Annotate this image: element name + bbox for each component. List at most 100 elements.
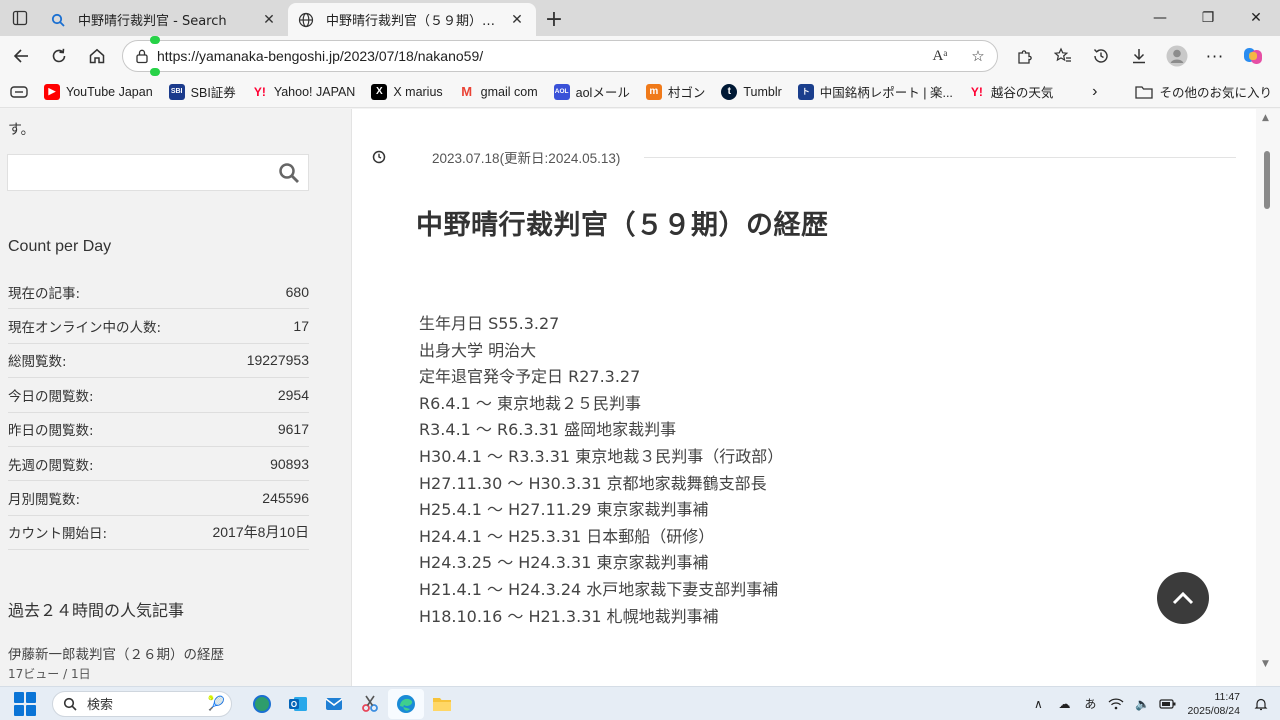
address-bar[interactable]: https://yamanaka-bengoshi.jp/2023/07/18/… (122, 40, 998, 72)
bookmark-murgon[interactable]: m 村ゴン (638, 79, 714, 105)
count-value: 680 (285, 283, 309, 300)
count-label: カウント開始日: (8, 526, 108, 543)
taskbar-widget-app[interactable] (244, 689, 280, 719)
scroll-down-arrow-icon[interactable]: ▼ (1262, 659, 1269, 669)
career-item: H25.4.1 ～ H27.11.29 東京家裁判事補 (419, 500, 709, 520)
count-row: 現在オンライン中の人数: 17 (8, 309, 309, 344)
extensions-button[interactable] (1006, 40, 1044, 72)
profile-button[interactable] (1158, 40, 1196, 72)
sbi-icon: SBI (168, 83, 185, 100)
read-aloud-icon[interactable]: Aᵃ (921, 48, 959, 65)
bookmark-china-report[interactable]: ト 中国銘柄レポート | 楽... (790, 79, 961, 105)
career-item: H18.10.16 ～ H21.3.31 札幌地裁判事補 (419, 606, 719, 626)
volume-icon[interactable]: 🔈 (1129, 697, 1155, 711)
favorite-star-icon[interactable]: ☆ (959, 47, 997, 65)
post-title: 中野晴行裁判官（５９期）の経歴 (416, 210, 829, 241)
start-button[interactable] (14, 691, 38, 716)
wifi-icon[interactable] (1103, 697, 1129, 710)
popular-posts-heading: 過去２４時間の人気記事 (8, 603, 185, 620)
back-button[interactable] (2, 40, 40, 72)
site-info-icon[interactable] (127, 48, 157, 64)
taskbar-snipping-app[interactable] (352, 689, 388, 719)
cursor-marker-bottom (150, 68, 160, 76)
page-scrollbar[interactable]: ▲ ▼ (1256, 109, 1280, 686)
history-button[interactable] (1082, 40, 1120, 72)
bookmark-yahoo[interactable]: Y! Yahoo! JAPAN (244, 79, 364, 105)
bookmark-sbi[interactable]: SBI SBI証券 (161, 79, 244, 105)
career-item: 出身大学 明治大 (419, 340, 537, 360)
post-date: 2023.07.18(更新日:2024.05.13) (432, 151, 621, 166)
taskbar-search[interactable]: 検索 🎾 (52, 690, 232, 717)
tab-actions-button[interactable] (0, 0, 40, 36)
bookmark-x[interactable]: X X marius (363, 79, 450, 105)
tab-actions-icon (12, 10, 28, 26)
close-tab-icon[interactable]: ✕ (508, 11, 526, 29)
close-window-button[interactable]: ✕ (1232, 0, 1280, 36)
popular-post-link[interactable]: 伊藤新一郎裁判官（２６期）の経歴 (8, 643, 224, 663)
reload-icon (52, 48, 66, 63)
yahoo-weather-icon: Y! (970, 84, 983, 99)
search-icon[interactable] (278, 162, 300, 184)
bookmark-aol[interactable]: AOL aolメール (546, 79, 638, 105)
collections-button[interactable] (0, 79, 36, 105)
notification-bell-icon[interactable] (1248, 697, 1274, 711)
bookmark-tumblr[interactable]: t Tumblr (713, 79, 789, 105)
bookmark-label: gmail com (480, 84, 538, 99)
new-tab-button[interactable]: + (536, 3, 572, 36)
clock-date: 2025/08/24 (1187, 704, 1240, 717)
count-value: 2017年8月10日 (212, 524, 309, 541)
onedrive-cloud-icon[interactable]: ☁ (1051, 697, 1077, 711)
count-value: 19227953 (246, 352, 309, 369)
taskbar-explorer-app[interactable] (424, 689, 460, 719)
scrollbar-thumb[interactable] (1264, 151, 1270, 209)
copilot-button[interactable] (1234, 40, 1272, 72)
downloads-button[interactable] (1120, 40, 1158, 72)
bookmark-youtube[interactable]: ▶ YouTube Japan (36, 79, 161, 105)
battery-icon[interactable] (1155, 698, 1181, 710)
count-row: 総閲覧数: 19227953 (8, 344, 309, 379)
home-button[interactable] (78, 40, 116, 72)
bookmark-label: Tumblr (743, 84, 782, 99)
favorites-button[interactable] (1044, 40, 1082, 72)
aol-icon: AOL (553, 83, 570, 100)
tab-search[interactable]: 中野晴行裁判官 - Search ✕ (40, 3, 288, 36)
tab-title: 中野晴行裁判官 - Search (78, 14, 227, 29)
home-icon (89, 48, 105, 64)
restore-button[interactable]: ❐ (1184, 0, 1232, 36)
taskbar-edge-app[interactable] (388, 688, 424, 719)
tumblr-icon: t (721, 83, 738, 100)
minimize-button[interactable]: — (1136, 0, 1184, 36)
bookmarks-overflow: › その他のお気に入り (1084, 79, 1280, 105)
bookmark-weather[interactable]: Y! 越谷の天気 (961, 79, 1062, 105)
article: 2023.07.18(更新日:2024.05.13) 中野晴行裁判官（５９期）の… (352, 109, 1256, 686)
count-row: 先週の閲覧数: 90893 (8, 447, 309, 482)
url-text[interactable]: https://yamanaka-bengoshi.jp/2023/07/18/… (157, 48, 921, 64)
close-tab-icon[interactable]: ✕ (260, 11, 278, 29)
other-favorites-button[interactable]: その他のお気に入り (1127, 79, 1280, 105)
scroll-up-arrow-icon[interactable]: ▲ (1262, 113, 1269, 123)
bookmark-gmail[interactable]: M gmail com (451, 79, 546, 105)
tab-title: 中野晴行裁判官（５９期）の経歴 (326, 14, 508, 29)
reload-button[interactable] (40, 40, 78, 72)
taskbar-clock[interactable]: 11:47 2025/08/24 (1187, 690, 1240, 718)
search-icon (50, 12, 66, 28)
settings-more-button[interactable]: ··· (1196, 40, 1234, 72)
show-hidden-icons-chevron-icon[interactable]: ∧ (1025, 697, 1051, 711)
ime-indicator[interactable]: あ (1077, 695, 1103, 712)
murgon-icon: m (645, 83, 662, 100)
tab-active[interactable]: 中野晴行裁判官（５９期）の経歴 ✕ (288, 3, 536, 36)
bookmark-label: Yahoo! JAPAN (273, 84, 356, 99)
taskbar-outlook-app[interactable]: O (280, 689, 316, 719)
count-row: 現在の記事: 680 (8, 275, 309, 310)
bookmarks-more-button[interactable]: › (1084, 79, 1105, 105)
taskbar-search-placeholder: 検索 (87, 698, 114, 713)
sidebar-search-input[interactable] (7, 154, 309, 191)
globe-icon (298, 12, 314, 28)
taskbar: 検索 🎾 O ∧ ☁ あ 🔈 11:47 2025/08/24 (0, 686, 1280, 720)
taskbar-mail-app[interactable] (316, 689, 352, 719)
chevron-up-icon (1172, 591, 1194, 605)
career-item: R6.4.1 ～ 東京地裁２５民判事 (419, 393, 642, 413)
count-table: 現在の記事: 680 現在オンライン中の人数: 17 総閲覧数: 19227953 今… (8, 275, 309, 551)
scroll-to-top-button[interactable] (1157, 572, 1209, 624)
snipping-tool-icon (362, 695, 378, 712)
